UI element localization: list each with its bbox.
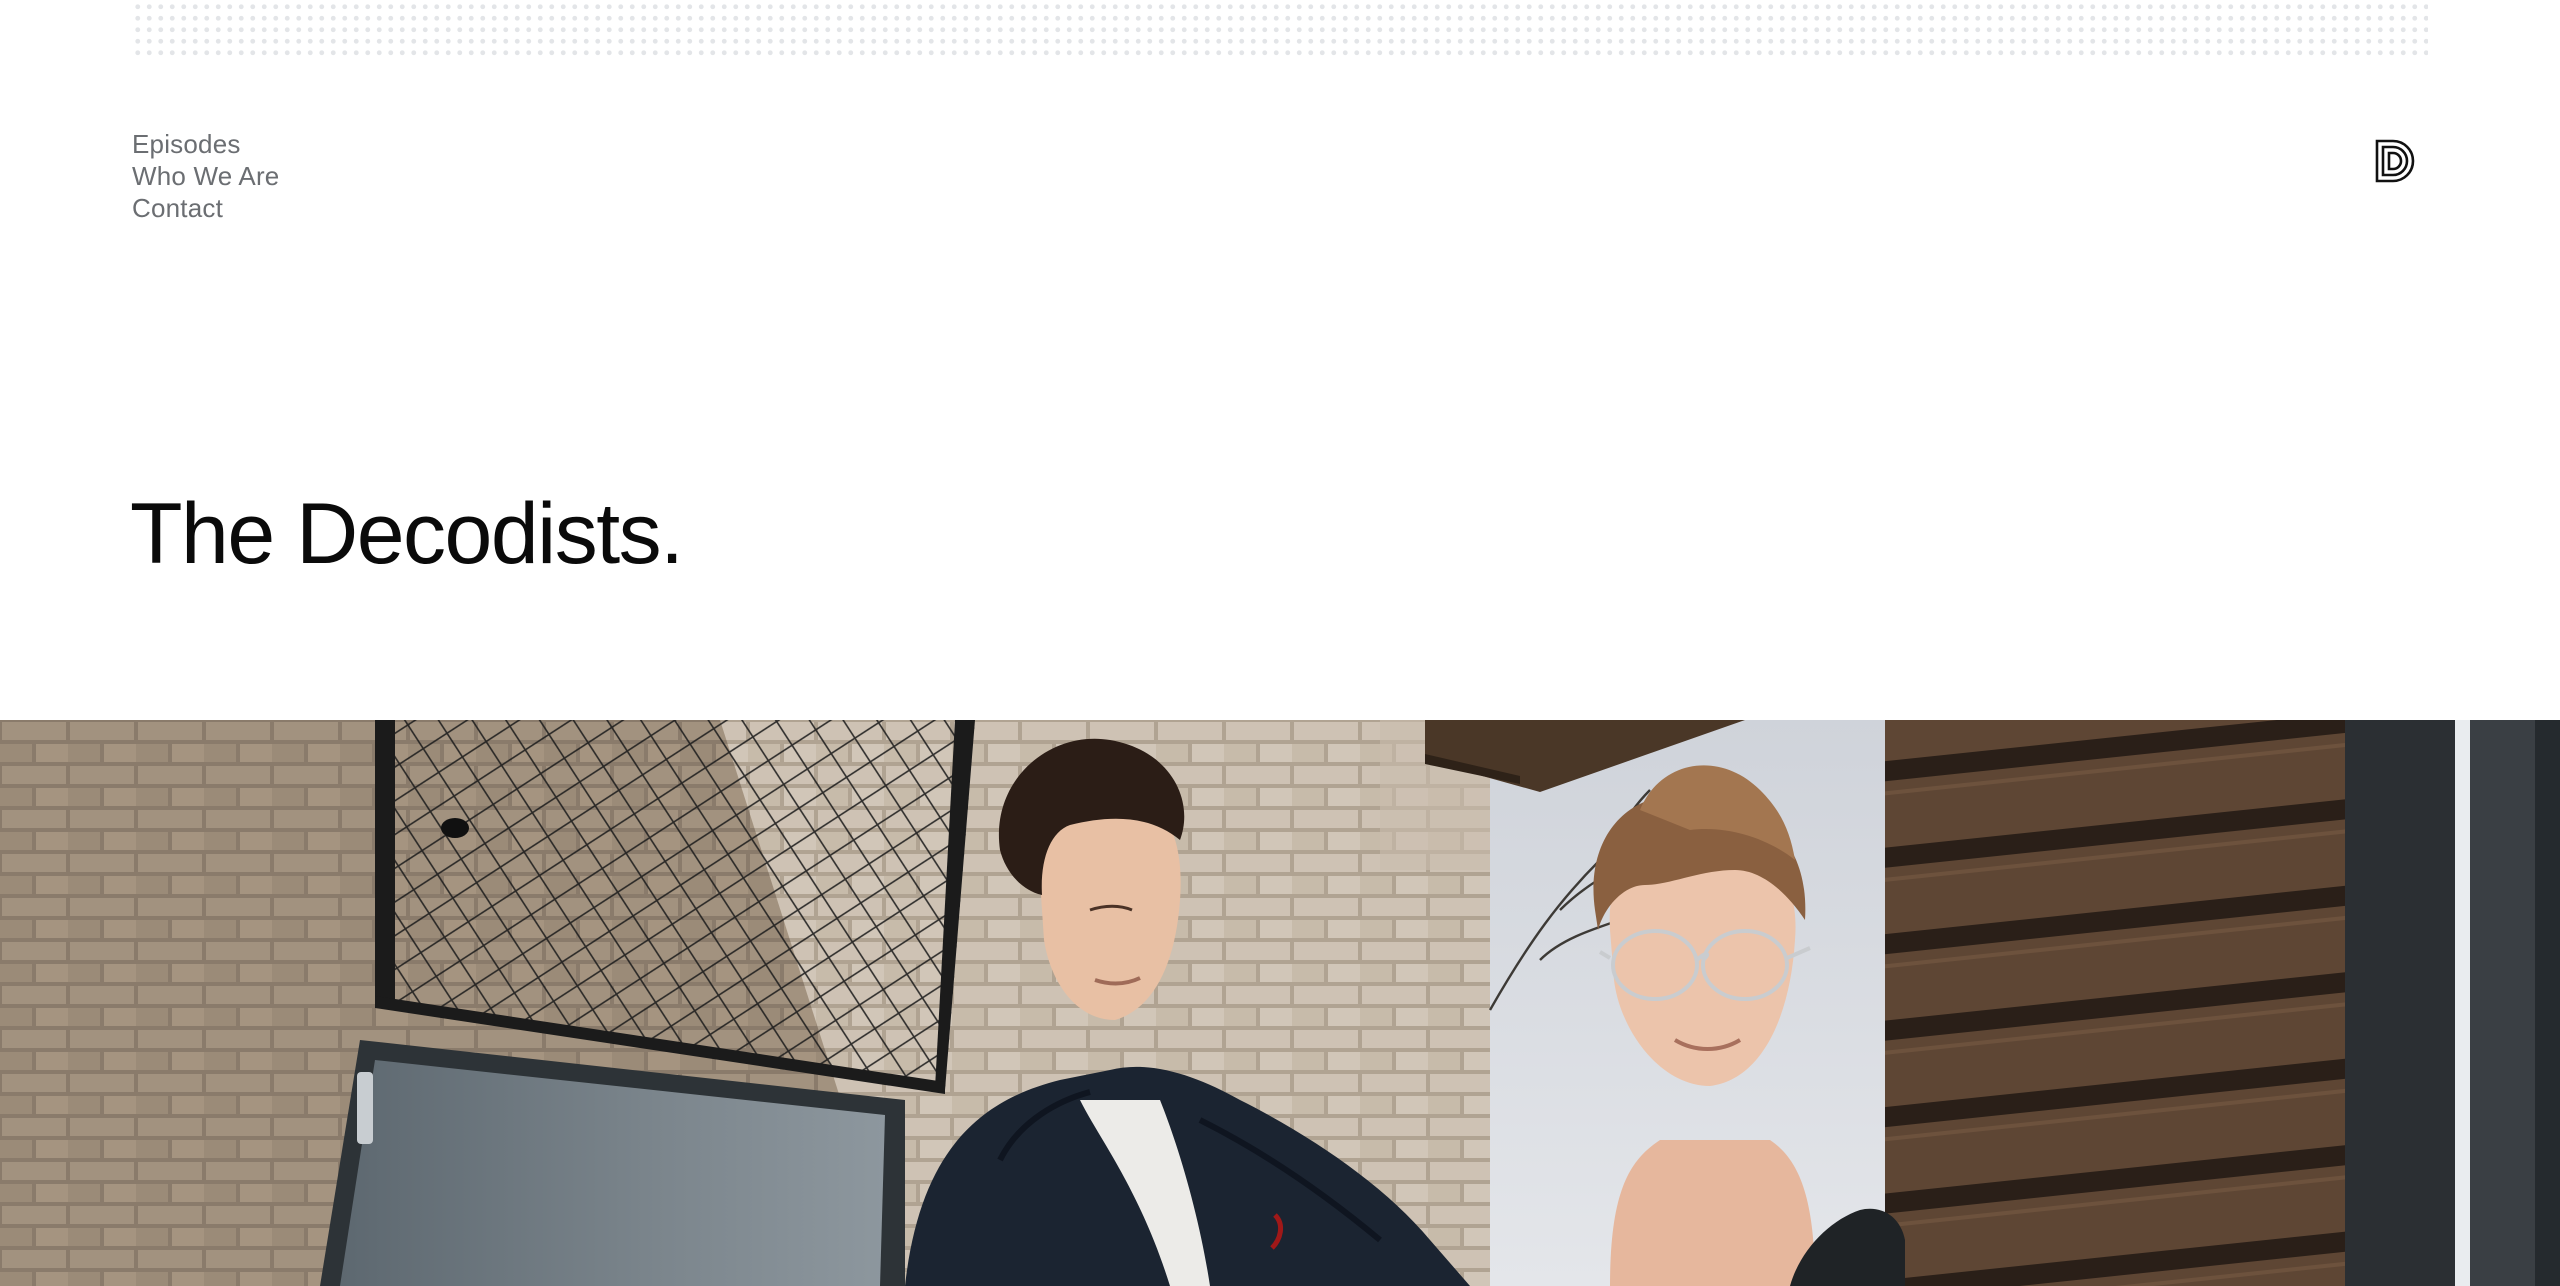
- hero-title: The Decodists.: [130, 486, 684, 582]
- hero-photo-illustration: [0, 720, 2560, 1286]
- dot-pattern-band: [132, 0, 2428, 58]
- nav-link-contact[interactable]: Contact: [132, 192, 279, 224]
- hero-photo: [0, 720, 2560, 1286]
- page: Episodes Who We Are Contact The Decodist…: [0, 0, 2560, 1286]
- main-nav: Episodes Who We Are Contact: [132, 128, 279, 224]
- nav-link-who-we-are[interactable]: Who We Are: [132, 160, 279, 192]
- nav-link-episodes[interactable]: Episodes: [132, 128, 279, 160]
- decodists-d-logo-icon: [2375, 139, 2415, 183]
- site-logo-link[interactable]: [2374, 138, 2418, 184]
